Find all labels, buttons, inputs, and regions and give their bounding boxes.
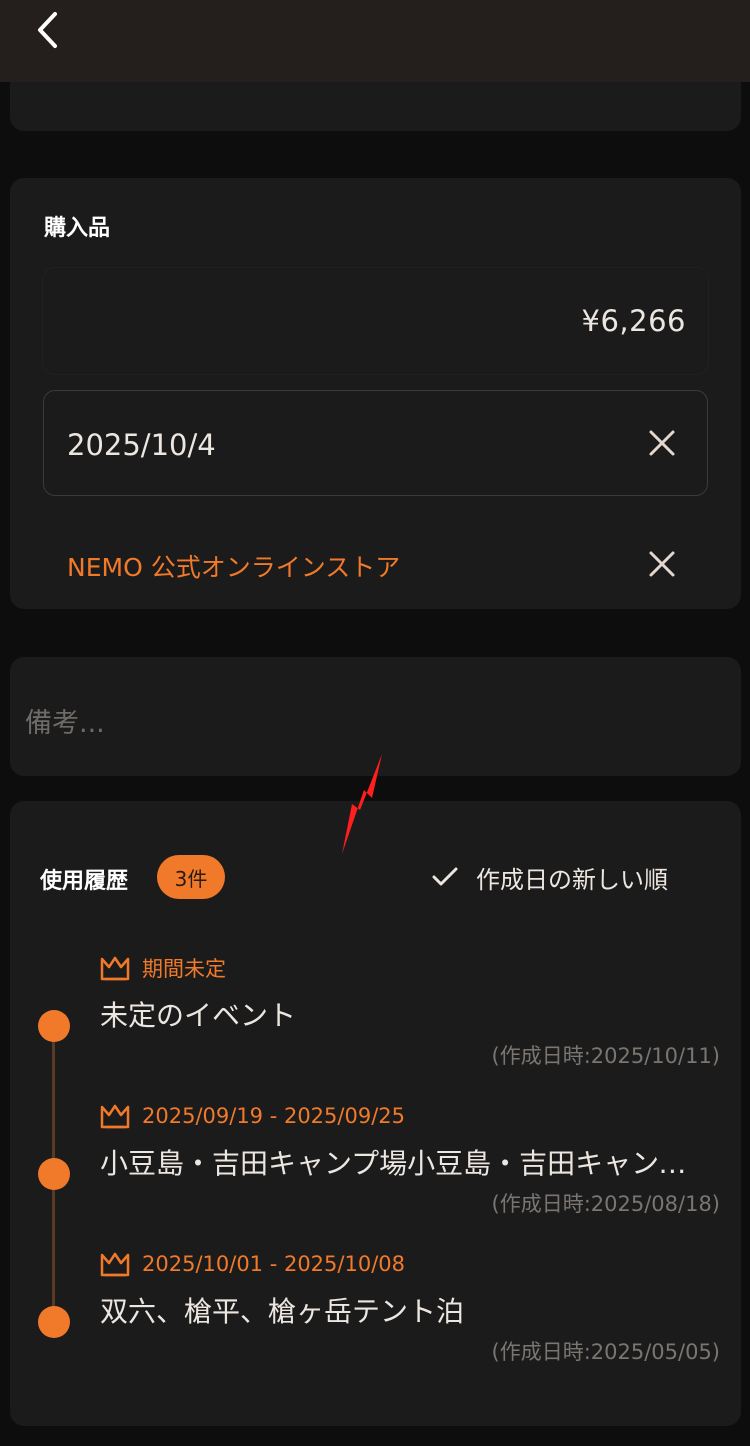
store-link[interactable]: NEMO 公式オンラインストア [67,548,400,584]
entry-period: 期間未定 [100,952,720,984]
crown-icon [100,1104,130,1129]
purchase-date-value: 2025/10/4 [67,428,216,462]
check-icon [432,867,458,886]
screen: 購入品 ¥6,266 2025/10/4 NEMO 公式オンラインストア 備考.… [0,0,750,1446]
timeline-dot [38,1158,70,1190]
history-count-badge: 3件 [157,855,225,899]
crown-icon [100,956,130,981]
close-icon [649,551,675,577]
clear-date-button[interactable] [642,423,682,463]
sort-toggle-button[interactable]: 作成日の新しい順 [432,857,668,897]
purchase-section-label: 購入品 [44,216,111,241]
clear-store-button[interactable] [642,544,682,584]
entry-period-text: 2025/10/01 - 2025/10/08 [142,1252,406,1276]
purchase-card: 購入品 ¥6,266 2025/10/4 NEMO 公式オンラインストア [10,178,741,609]
entry-created-date: (作成日時:2025/08/18) [491,1192,721,1216]
entry-period-text: 2025/09/19 - 2025/09/25 [142,1104,406,1128]
close-icon [649,430,675,456]
entry-period: 2025/10/01 - 2025/10/08 [100,1248,720,1280]
red-arrow-icon [342,754,382,854]
chevron-left-icon [38,12,57,48]
history-entry[interactable]: 2025/10/01 - 2025/10/08 双六、槍平、槍ヶ岳テント泊 (作… [100,1248,720,1366]
entry-title: 双六、槍平、槍ヶ岳テント泊 [100,1295,465,1328]
crown-icon [100,1252,130,1277]
history-entry[interactable]: 2025/09/19 - 2025/09/25 小豆島・吉田キャンプ場小豆島・吉… [100,1100,720,1218]
entry-period: 2025/09/19 - 2025/09/25 [100,1100,720,1132]
price-field[interactable]: ¥6,266 [43,268,708,374]
entry-created-date: (作成日時:2025/05/05) [491,1340,721,1364]
memo-placeholder: 備考... [25,708,105,739]
entry-title: 小豆島・吉田キャンプ場小豆島・吉田キャンプ場 [100,1147,700,1180]
price-value: ¥6,266 [581,304,686,338]
top-bar [0,0,750,82]
timeline-dot [38,1010,70,1042]
timeline-dot [38,1306,70,1338]
history-section-label: 使用履歴 [40,869,129,894]
back-button[interactable] [26,8,70,52]
usage-history-card: 使用履歴 3件 作成日の新しい順 期間未定 未定のイベント (作成日時:2025… [10,801,741,1426]
history-entry[interactable]: 期間未定 未定のイベント (作成日時:2025/10/11) [100,952,720,1070]
entry-title: 未定のイベント [100,999,297,1032]
entry-period-text: 期間未定 [142,957,226,981]
sort-label: 作成日の新しい順 [476,865,668,894]
purchase-date-field[interactable]: 2025/10/4 [43,390,708,496]
entry-created-date: (作成日時:2025/10/11) [491,1044,721,1068]
